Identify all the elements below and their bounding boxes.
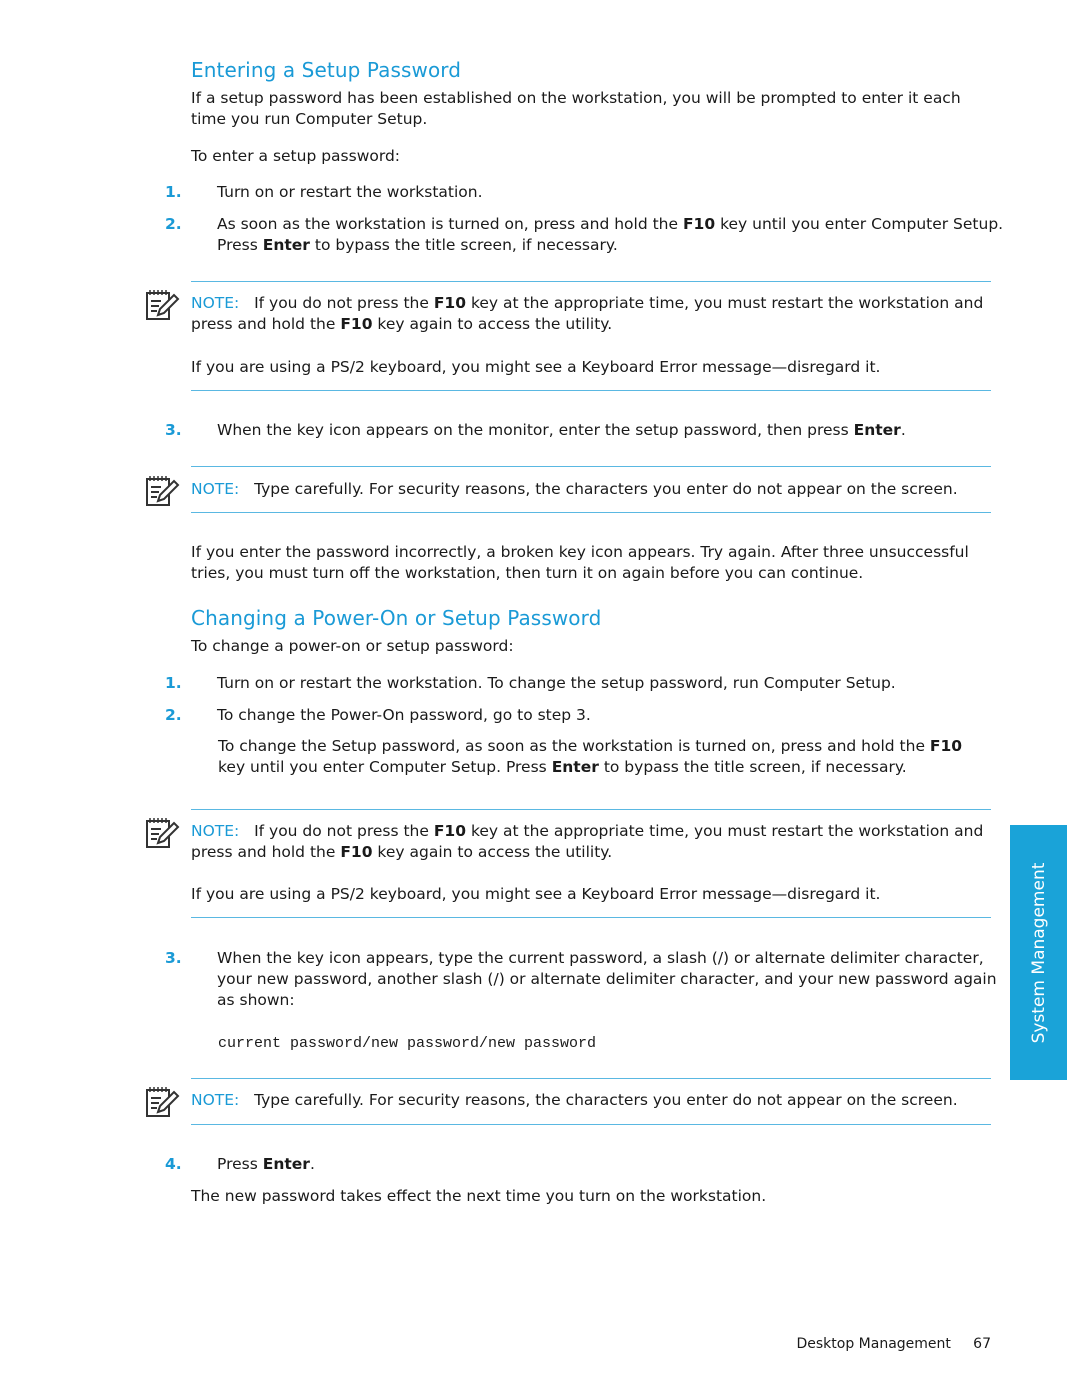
- step-number: 3.: [165, 421, 182, 439]
- paragraph: The new password takes effect the next t…: [191, 1187, 767, 1205]
- text: As soon as the workstation is turned on,…: [217, 215, 683, 233]
- paragraph: To enter a setup password:: [191, 147, 401, 165]
- paragraph: If you enter the password incorrectly, a…: [191, 543, 969, 582]
- code-sample: current password/new password/new passwo…: [218, 1035, 597, 1052]
- list-item: 1. Turn on or restart the workstation.: [165, 182, 1017, 203]
- step-number: 2.: [165, 215, 182, 233]
- note-label: NOTE:: [191, 480, 240, 498]
- note-icon: [146, 290, 180, 320]
- note-icon: [146, 818, 180, 848]
- key-name: F10: [433, 822, 467, 840]
- footer-section: Desktop Management: [796, 1336, 951, 1352]
- page-number: 67: [973, 1336, 991, 1352]
- key-name: F10: [340, 315, 373, 333]
- note: NOTE: Type carefully. For security reaso…: [191, 1090, 991, 1111]
- text: to bypass the title screen, if necessary…: [598, 758, 907, 776]
- text: If you do not press the: [254, 822, 434, 840]
- note-icon: [146, 1087, 180, 1117]
- divider: [191, 281, 991, 282]
- paragraph: If a setup password has been established…: [191, 89, 961, 128]
- text: Type carefully. For security reasons, th…: [254, 1091, 958, 1109]
- chapter-tab-label: System Management: [1028, 862, 1049, 1043]
- list-item: 1. Turn on or restart the workstation. To…: [165, 673, 1017, 694]
- step-continuation: To change the Setup password, as soon as…: [218, 736, 988, 778]
- text: .: [900, 421, 906, 439]
- note-label: NOTE:: [191, 294, 240, 312]
- step-number: 4.: [165, 1155, 182, 1173]
- key-name: Enter: [262, 236, 310, 254]
- key-name: Enter: [551, 758, 599, 776]
- text: If you do not press the: [254, 294, 434, 312]
- step-text: Turn on or restart the workstation. To c…: [217, 674, 896, 692]
- step-number: 3.: [165, 949, 182, 967]
- note: NOTE: Type carefully. For security reaso…: [191, 479, 991, 500]
- note-label: NOTE:: [191, 1091, 240, 1109]
- text: .: [309, 1155, 315, 1173]
- divider: [191, 1078, 991, 1079]
- section-heading: Changing a Power-On or Setup Password: [191, 606, 602, 630]
- divider: [191, 466, 991, 467]
- divider: [191, 390, 991, 391]
- list-item: 3. When the key icon appears, type the cu…: [165, 948, 1017, 1011]
- divider: [191, 1124, 991, 1125]
- text: To change the Setup password, as soon as…: [218, 737, 930, 755]
- list-item: 4. Press Enter.: [165, 1154, 1017, 1175]
- text: to bypass the title screen, if necessary…: [309, 236, 618, 254]
- text: When the key icon appears on the monitor…: [217, 421, 854, 439]
- step-text: To change the Power-On password, go to s…: [217, 706, 591, 724]
- text: Press: [217, 1155, 263, 1173]
- text: key again to access the utility.: [372, 315, 613, 333]
- step-number: 1.: [165, 183, 182, 201]
- note-text: If you are using a PS/2 keyboard, you mi…: [191, 885, 881, 903]
- step-text: Turn on or restart the workstation.: [217, 183, 483, 201]
- step-number: 2.: [165, 706, 182, 724]
- key-name: Enter: [853, 421, 901, 439]
- list-item: 2. As soon as the workstation is turned o…: [165, 214, 1017, 256]
- page-footer: Desktop Management 67: [796, 1336, 991, 1352]
- note: NOTE: If you do not press the F10 key at…: [191, 821, 991, 863]
- divider: [191, 917, 991, 918]
- note-icon: [146, 476, 180, 506]
- section-heading: Entering a Setup Password: [191, 58, 462, 82]
- key-name: F10: [433, 294, 467, 312]
- step-number: 1.: [165, 674, 182, 692]
- text: Type carefully. For security reasons, th…: [254, 480, 958, 498]
- divider: [191, 512, 991, 513]
- text: key until you enter Computer Setup. Pres…: [218, 758, 552, 776]
- key-name: Enter: [262, 1155, 310, 1173]
- list-item: 2. To change the Power-On password, go to…: [165, 705, 1017, 726]
- text: key again to access the utility.: [372, 843, 613, 861]
- step-text: When the key icon appears, type the curr…: [217, 949, 997, 1009]
- key-name: F10: [929, 737, 963, 755]
- chapter-tab: System Management: [1010, 825, 1067, 1080]
- divider: [191, 809, 991, 810]
- note: NOTE: If you do not press the F10 key at…: [191, 293, 991, 335]
- paragraph: To change a power-on or setup password:: [191, 637, 514, 655]
- note-text: If you are using a PS/2 keyboard, you mi…: [191, 358, 881, 376]
- note-label: NOTE:: [191, 822, 240, 840]
- key-name: F10: [340, 843, 373, 861]
- list-item: 3. When the key icon appears on the monit…: [165, 420, 1017, 441]
- key-name: F10: [682, 215, 716, 233]
